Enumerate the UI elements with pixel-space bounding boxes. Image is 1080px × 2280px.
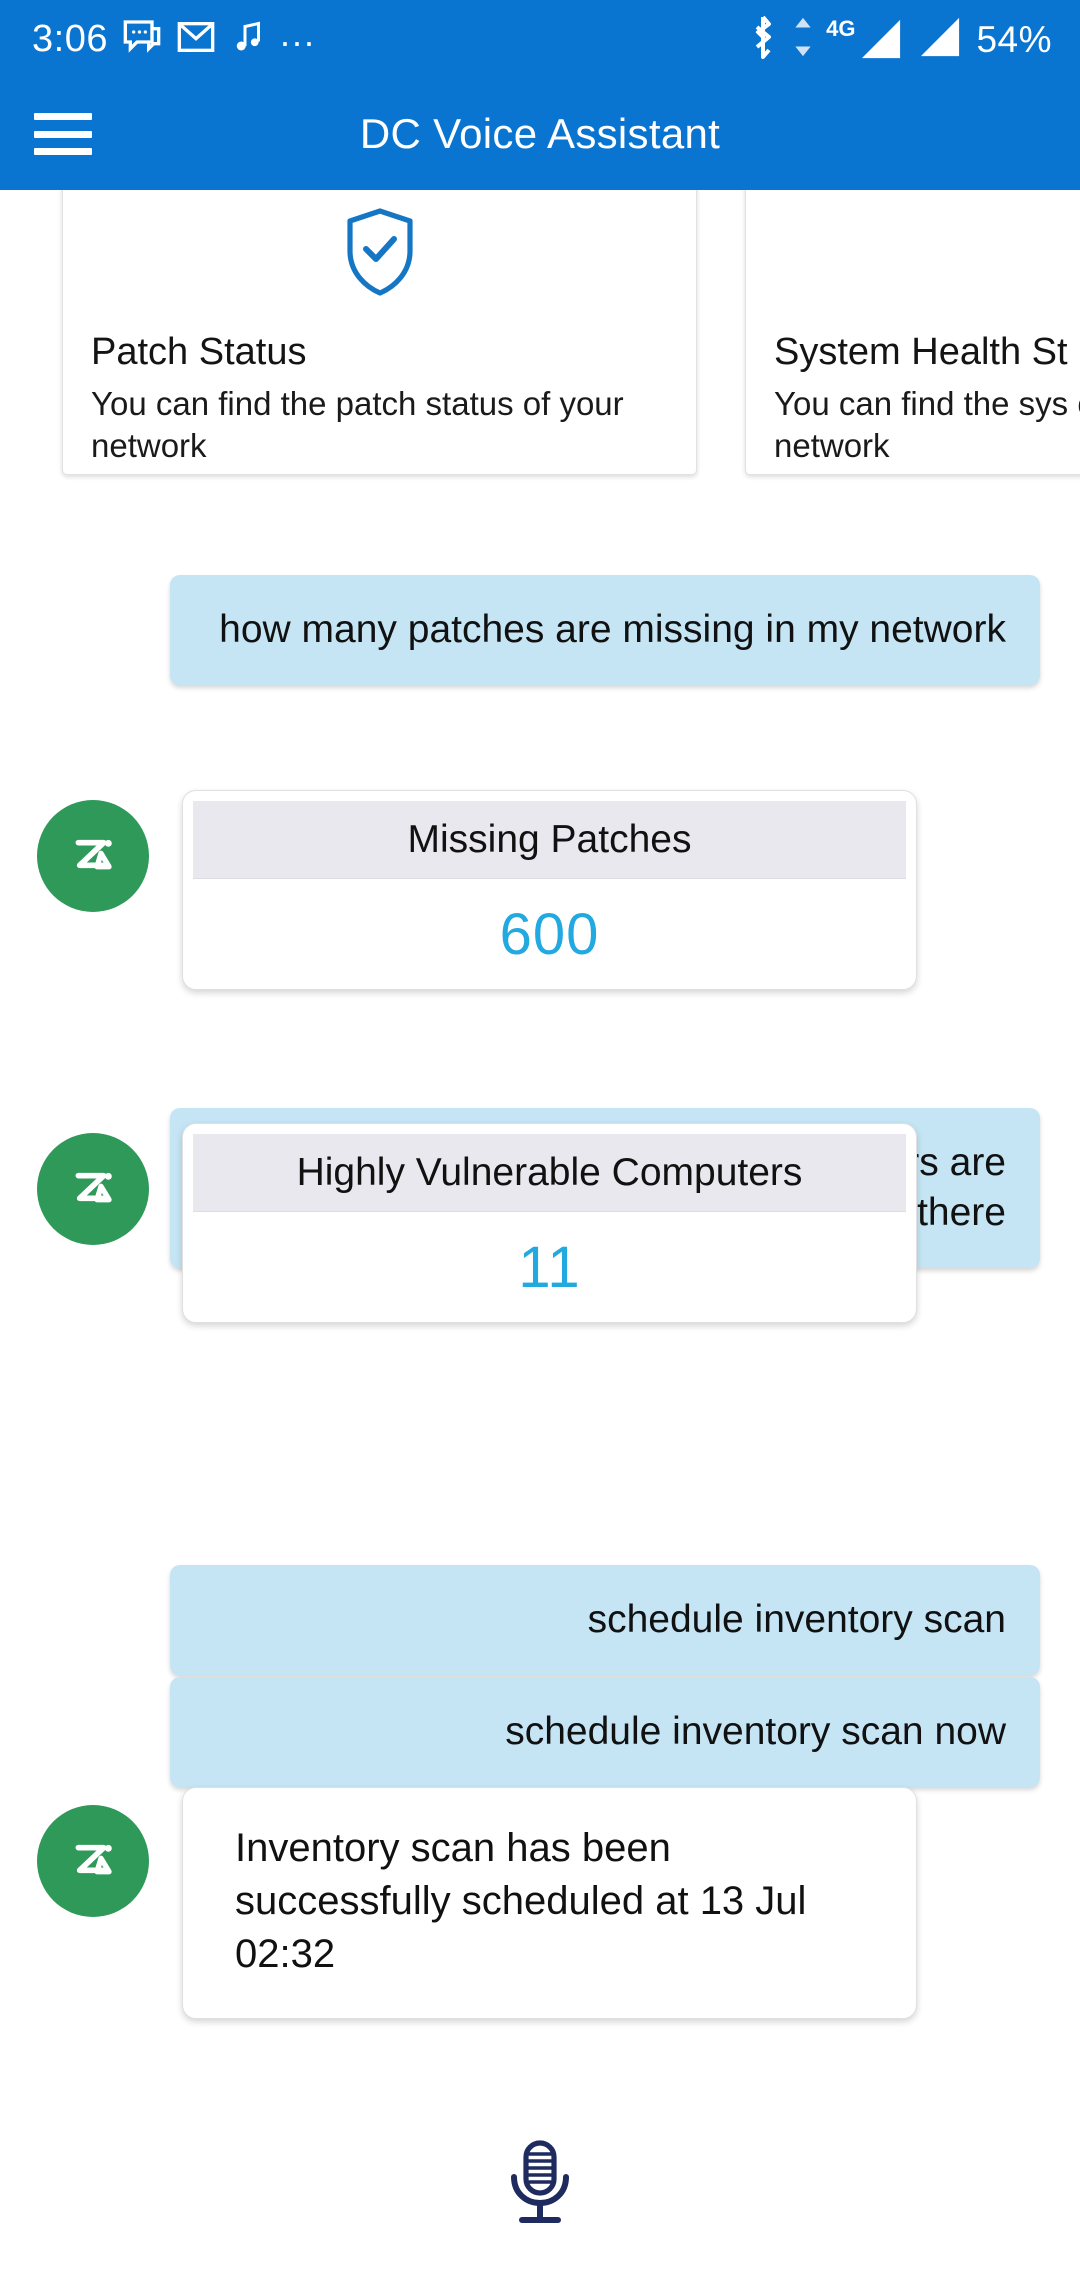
suggestion-card-description: You can find the patch status of your ne… xyxy=(91,385,624,465)
zia-avatar xyxy=(37,1133,149,1245)
hamburger-menu-icon[interactable] xyxy=(34,113,92,155)
signal-4g-icon: 4G xyxy=(826,18,904,60)
metric-card-header: Highly Vulnerable Computers xyxy=(193,1134,906,1212)
suggestion-card-system-health-status[interactable]: System Health St You can find the sys of… xyxy=(745,190,1080,475)
suggestion-card-title: Patch Status xyxy=(91,331,307,373)
metric-card-value: 11 xyxy=(518,1234,581,1300)
music-note-icon xyxy=(230,17,266,62)
suggestion-card-patch-status[interactable]: Patch Status You can find the patch stat… xyxy=(62,190,697,475)
suggestion-cards-rail: Patch Status You can find the patch stat… xyxy=(62,190,1080,475)
mic-footer xyxy=(0,2124,1080,2244)
sms-icon xyxy=(122,17,162,62)
microphone-button[interactable] xyxy=(480,2124,600,2244)
hamburger-bar xyxy=(34,130,92,138)
microphone-icon xyxy=(492,2135,588,2234)
app-bar: DC Voice Assistant xyxy=(0,78,1080,190)
zia-avatar xyxy=(37,800,149,912)
bot-metric-card[interactable]: Missing Patches 600 xyxy=(182,790,917,990)
bot-text-card[interactable]: Inventory scan has been successfully sch… xyxy=(182,1787,917,2020)
metric-card-value: 600 xyxy=(499,901,600,967)
data-transfer-icon xyxy=(793,16,813,63)
user-message-bubble[interactable]: how many patches are missing in my netwo… xyxy=(170,575,1040,685)
gmail-icon xyxy=(176,17,216,62)
hamburger-bar xyxy=(34,113,92,120)
overflow-dots-icon: ... xyxy=(279,13,316,55)
app-screen: 3:06 ... 4G 54% DC Voice Assistant Patch… xyxy=(0,0,1080,2280)
status-clock: 3:06 xyxy=(32,18,108,60)
status-bar: 3:06 ... 4G 54% xyxy=(0,0,1080,78)
zia-avatar xyxy=(37,1805,149,1917)
user-message-bubble[interactable]: schedule inventory scan now xyxy=(170,1677,1040,1787)
signal-icon xyxy=(917,16,963,63)
suggestion-cards-strip[interactable]: Patch Status You can find the patch stat… xyxy=(0,190,1080,505)
status-bar-right: 4G 54% xyxy=(746,13,1052,66)
suggestion-card-title: System Health St xyxy=(774,331,1068,373)
status-bar-left: 3:06 ... xyxy=(32,13,316,62)
bluetooth-icon xyxy=(746,13,780,66)
suggestion-card-description: You can find the sys of your network xyxy=(774,385,1080,465)
metric-card-header: Missing Patches xyxy=(193,801,906,879)
page-title: DC Voice Assistant xyxy=(359,110,721,157)
bot-metric-card[interactable]: Highly Vulnerable Computers 11 xyxy=(182,1123,917,1323)
hamburger-bar xyxy=(34,148,92,155)
user-message-bubble[interactable]: schedule inventory scan xyxy=(170,1565,1040,1675)
battery-percentage: 54% xyxy=(976,18,1052,60)
shield-check-icon xyxy=(342,207,418,302)
